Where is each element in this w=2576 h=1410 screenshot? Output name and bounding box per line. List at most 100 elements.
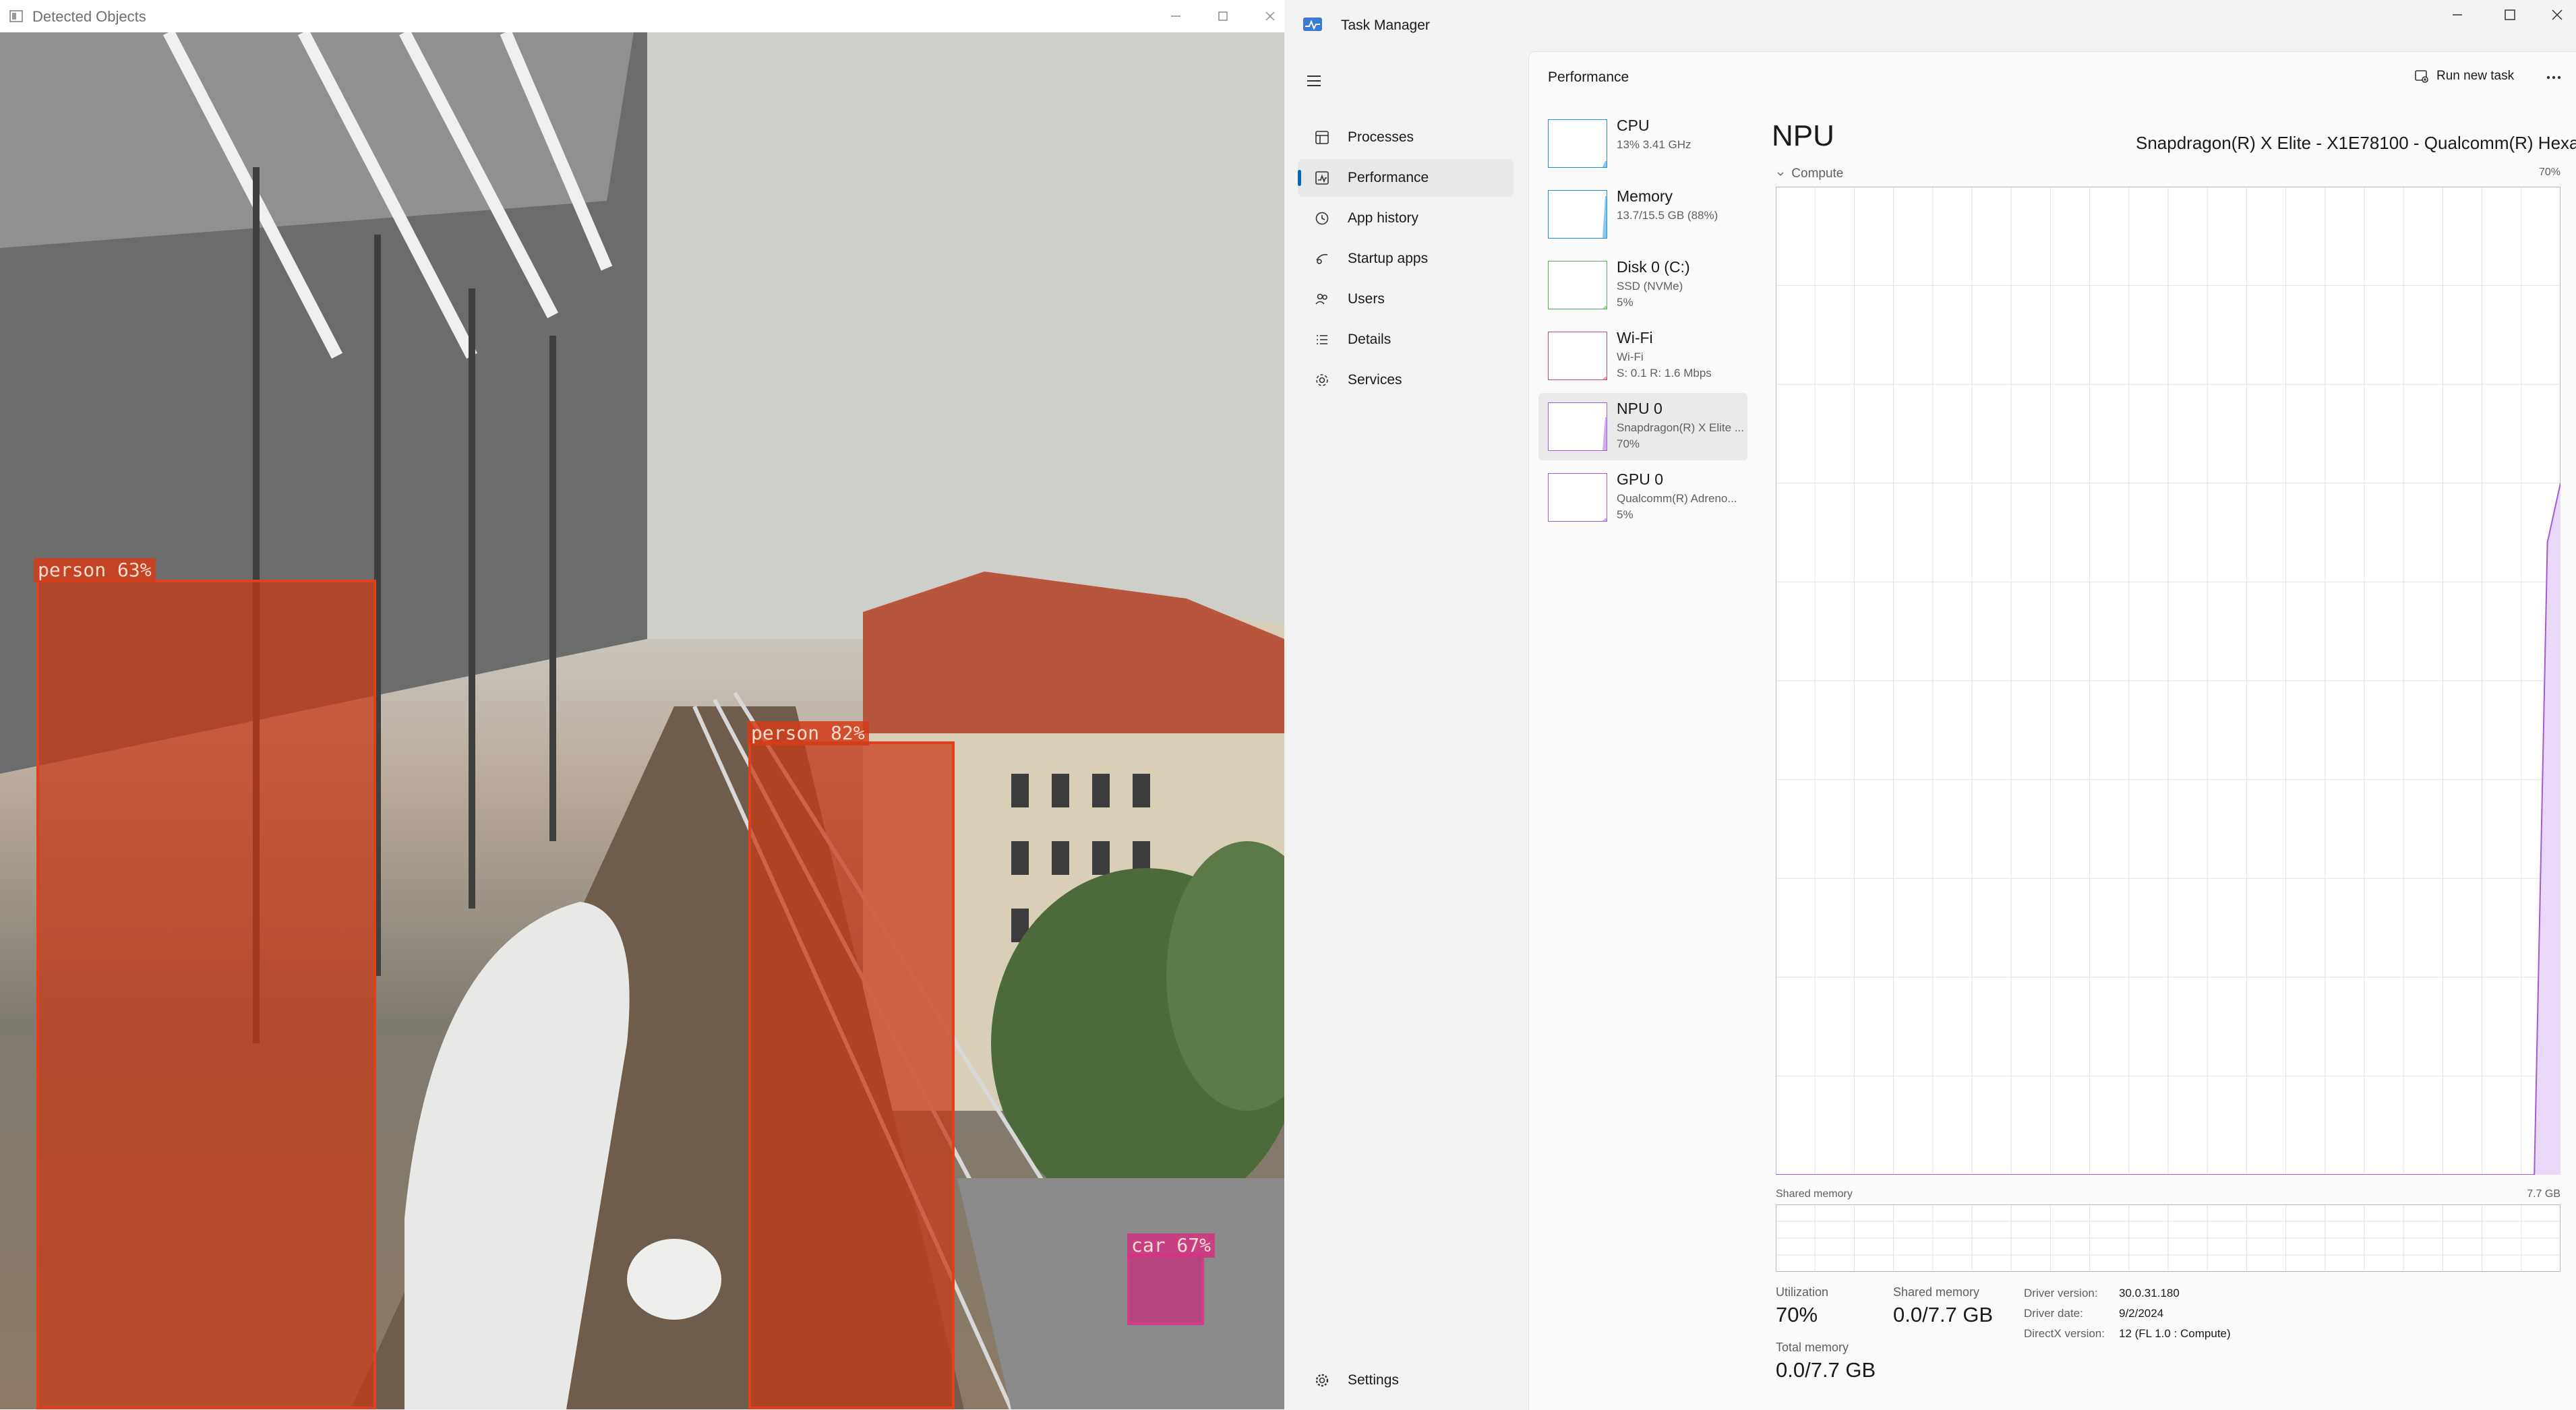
shared-memory-graph xyxy=(1776,1204,2560,1272)
npu-device-name: Snapdragon(R) X Elite - X1E78100 - Qualc… xyxy=(2136,133,2576,153)
detection-label-car: car 67% xyxy=(1127,1233,1216,1258)
device-name: NPU 0 xyxy=(1617,400,1663,417)
device-item-npu-0[interactable]: NPU 0 Snapdragon(R) X Elite ... 70% xyxy=(1538,393,1747,460)
window-title: Task Manager xyxy=(1341,18,1430,33)
shared-memory-max-label: 7.7 GB xyxy=(2527,1188,2560,1200)
close-icon xyxy=(2552,9,2563,20)
more-options-button[interactable] xyxy=(2542,65,2566,90)
device-list: CPU 13% 3.41 GHz Memory 13.7/15.5 GB (88%) D… xyxy=(1529,110,1758,582)
device-usage-fill xyxy=(1602,161,1607,167)
device-thumbnail-graph xyxy=(1548,332,1607,380)
close-icon xyxy=(1265,11,1275,21)
device-thumbnail-graph xyxy=(1548,119,1607,168)
device-thumbnail-graph xyxy=(1548,261,1607,309)
compute-max-label: 70% xyxy=(2538,166,2560,178)
page-title: Performance xyxy=(1548,69,1629,85)
close-button[interactable] xyxy=(1255,1,1285,31)
nav-item-details[interactable]: Details xyxy=(1298,321,1514,359)
compute-selector[interactable]: Compute xyxy=(1776,166,1843,181)
performance-header: Performance Run new task xyxy=(1529,52,2576,103)
device-sub: SSD (NVMe) xyxy=(1617,280,1683,293)
maximize-icon xyxy=(2505,9,2515,20)
run-new-task-label: Run new task xyxy=(2436,69,2515,83)
nav-item-processes[interactable]: Processes xyxy=(1298,119,1514,156)
detected-objects-titlebar[interactable]: Detected Objects xyxy=(0,0,1284,33)
device-item-cpu[interactable]: CPU 13% 3.41 GHz xyxy=(1538,110,1747,177)
device-name: CPU xyxy=(1617,117,1650,134)
device-name: Disk 0 (C:) xyxy=(1617,258,1690,276)
device-thumbnail-graph xyxy=(1548,473,1607,522)
device-usage-fill xyxy=(1602,518,1607,521)
device-name: Memory xyxy=(1617,187,1673,205)
npu-title: NPU xyxy=(1772,119,1834,152)
device-item-wi-fi[interactable]: Wi-Fi Wi-Fi S: 0.1 R: 1.6 Mbps xyxy=(1538,322,1747,390)
nav-item-settings[interactable]: Settings xyxy=(1298,1361,1514,1399)
device-sub2: 5% xyxy=(1617,296,1634,309)
users-icon xyxy=(1313,290,1331,309)
navigation-pane: Processes Performance App history Startu… xyxy=(1284,51,1528,1409)
device-sub: 13.7/15.5 GB (88%) xyxy=(1617,209,1718,222)
device-item-gpu-0[interactable]: GPU 0 Qualcomm(R) Adreno... 5% xyxy=(1538,464,1747,531)
minimize-button[interactable] xyxy=(2443,0,2472,30)
directx-version-label: DirectX version: xyxy=(2024,1327,2105,1340)
nav-item-label: Startup apps xyxy=(1348,251,1429,266)
minimize-icon xyxy=(1171,16,1180,17)
nav-item-label: Processes xyxy=(1348,129,1414,145)
detection-label-person-2: person 82% xyxy=(747,721,869,745)
directx-version-value: 12 (FL 1.0 : Compute) xyxy=(2119,1327,2231,1340)
device-thumbnail-graph xyxy=(1548,402,1607,451)
driver-version-label: Driver version: xyxy=(2024,1287,2098,1299)
compute-label: Compute xyxy=(1791,166,1844,181)
task-manager-window: Task Manager Processes Performance App h… xyxy=(1284,0,2576,1410)
performance-icon xyxy=(1313,168,1331,187)
nav-item-performance[interactable]: Performance xyxy=(1298,159,1514,197)
minimize-icon xyxy=(2453,14,2462,16)
services-icon xyxy=(1313,371,1331,390)
device-sub: Wi-Fi xyxy=(1617,350,1644,363)
total-memory-value: 0.0/7.7 GB xyxy=(1776,1358,1876,1382)
nav-item-label: Performance xyxy=(1348,170,1429,185)
utilization-label: Utilization xyxy=(1776,1285,1829,1299)
ellipsis-icon xyxy=(2546,75,2561,80)
minimize-button[interactable] xyxy=(1161,1,1191,31)
driver-version-value: 30.0.31.180 xyxy=(2119,1287,2180,1299)
nav-item-label: Settings xyxy=(1348,1372,1399,1388)
detected-objects-window: Detected Objects person 63% person 82% c… xyxy=(0,0,1285,1409)
run-task-icon xyxy=(2415,70,2428,83)
device-sub2: 70% xyxy=(1617,437,1640,450)
run-new-task-button[interactable]: Run new task xyxy=(2414,63,2514,90)
driver-date-value: 9/2/2024 xyxy=(2119,1307,2164,1320)
menu-button[interactable] xyxy=(1300,67,1327,94)
nav-item-label: App history xyxy=(1348,210,1419,226)
nav-item-startup-apps[interactable]: Startup apps xyxy=(1298,240,1514,278)
device-item-memory[interactable]: Memory 13.7/15.5 GB (88%) xyxy=(1538,181,1747,248)
chevron-down-icon xyxy=(1777,172,1784,176)
nav-item-label: Users xyxy=(1348,291,1385,307)
close-button[interactable] xyxy=(2542,0,2572,30)
device-usage-fill xyxy=(1602,196,1607,238)
device-sub: Snapdragon(R) X Elite ... xyxy=(1617,421,1744,434)
app-icon xyxy=(9,10,23,22)
processes-icon xyxy=(1313,128,1331,147)
window-title: Detected Objects xyxy=(32,8,146,25)
compute-graph xyxy=(1776,187,2560,1175)
gear-icon xyxy=(1313,1371,1331,1390)
device-sub2: 5% xyxy=(1617,508,1634,521)
task-manager-titlebar[interactable]: Task Manager xyxy=(1284,0,2576,51)
details-icon xyxy=(1313,330,1331,349)
task-manager-logo-icon xyxy=(1303,18,1322,31)
maximize-button[interactable] xyxy=(2495,0,2525,30)
shared-memory-value: 0.0/7.7 GB xyxy=(1893,1303,1994,1326)
nav-item-services[interactable]: Services xyxy=(1298,361,1514,399)
video-frame: person 63% person 82% car 67% xyxy=(0,32,1284,1409)
device-sub: 13% 3.41 GHz xyxy=(1617,138,1691,151)
device-name: GPU 0 xyxy=(1617,470,1664,488)
device-usage-fill xyxy=(1602,377,1607,379)
maximize-button[interactable] xyxy=(1208,1,1238,31)
nav-item-app-history[interactable]: App history xyxy=(1298,200,1514,237)
device-item-disk-0-c[interactable]: Disk 0 (C:) SSD (NVMe) 5% xyxy=(1538,251,1747,319)
nav-item-users[interactable]: Users xyxy=(1298,280,1514,318)
hamburger-icon xyxy=(1307,75,1321,86)
detection-box-person-1 xyxy=(36,580,376,1409)
nav-item-label: Details xyxy=(1348,332,1391,347)
